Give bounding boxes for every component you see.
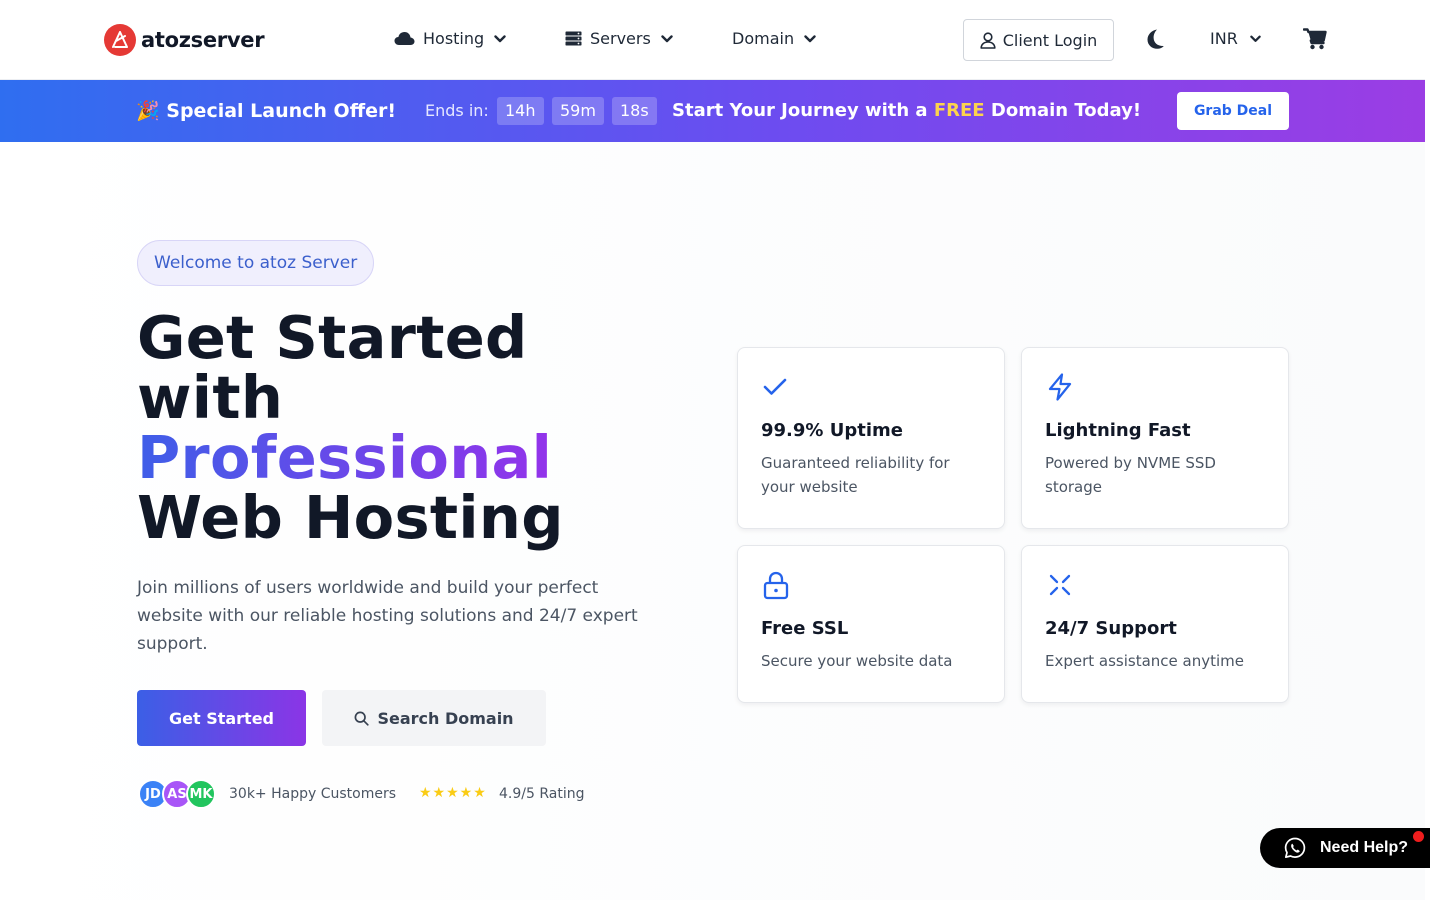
feature-card-ssl: Free SSL Secure your website data [737,545,1005,703]
logo-text: atozserver [141,28,265,52]
promo-message-end: Domain Today! [990,100,1142,121]
timer-seconds: 18s [612,97,657,125]
nav-item-label: Hosting [423,29,485,48]
promo-message-highlight: FREE [933,100,985,121]
need-help-label: Need Help? [1320,839,1409,856]
timer-hours: 14h [497,97,544,125]
hero-section: Welcome to atoz Server Get Started with … [0,142,1425,900]
promo-title: 🎉 Special Launch Offer! [136,100,397,122]
feature-desc: Powered by NVME SSD storage [1045,454,1216,496]
welcome-badge: Welcome to atoz Server [137,240,375,286]
search-domain-button[interactable]: Search Domain [322,690,546,746]
search-domain-label: Search Domain [377,708,514,728]
feature-title: 24/7 Support [1045,618,1177,639]
promo-ends-label: Ends in: [425,101,489,120]
nav-item-hosting[interactable]: Hosting [394,29,506,48]
cloud-icon [394,32,415,45]
server-icon [565,31,582,46]
promo-message: Start Your Journey with a FREE Domain To… [672,100,1141,121]
timer-minutes: 59m [552,97,604,125]
hero-subtitle: Join millions of users worldwide and bui… [137,578,638,654]
headline-line-1: Get Started [137,303,528,372]
customer-avatars: JD AS MK [138,779,216,809]
search-icon [354,711,370,726]
chevron-down-icon [1250,35,1261,42]
feature-title: 99.9% Uptime [761,420,903,441]
currency-value: INR [1210,29,1238,48]
client-login-button[interactable]: Client Login [963,19,1114,61]
feature-desc: Expert assistance anytime [1045,652,1245,670]
lock-icon [763,571,789,600]
cart-icon[interactable] [1303,28,1327,50]
nav-item-label: Domain [732,29,795,48]
rating-stars: ★★★★★ [419,785,487,801]
check-icon [763,378,787,395]
feature-desc: Guaranteed reliability for your website [761,454,950,496]
grab-deal-button[interactable]: Grab Deal [1177,92,1289,130]
hero-headline: Get Started with Professional Web Hostin… [137,308,564,548]
feature-title: Free SSL [761,618,849,639]
top-navbar: atozserver Hosting Servers Domain Client… [0,0,1425,80]
nav-item-domain[interactable]: Domain [732,29,816,48]
headline-line-2: with [137,363,284,432]
chevron-down-icon [661,34,673,42]
get-started-button[interactable]: Get Started [137,690,306,746]
arrows-icon [1049,574,1071,596]
need-help-button[interactable]: Need Help? [1260,828,1430,868]
user-icon [980,31,996,49]
feature-title: Lightning Fast [1045,420,1191,441]
headline-gradient-word: Professional [137,423,553,492]
happy-customers-text: 30k+ Happy Customers [229,786,397,802]
feature-card-uptime: 99.9% Uptime Guaranteed reliability for … [737,347,1005,529]
nav-item-servers[interactable]: Servers [565,29,673,48]
currency-select[interactable]: INR [1210,29,1261,48]
chevron-down-icon [804,34,816,42]
moon-icon[interactable] [1143,28,1165,50]
logo-mark-icon [104,24,136,56]
feature-card-support: 24/7 Support Expert assistance anytime [1021,545,1289,703]
nav-item-label: Servers [590,29,651,48]
avatar: MK [186,779,216,809]
notification-dot [1413,831,1424,842]
promo-banner: 🎉 Special Launch Offer! Ends in: 14h 59m… [0,80,1425,142]
whatsapp-icon [1284,837,1306,859]
feature-card-speed: Lightning Fast Powered by NVME SSD stora… [1021,347,1289,529]
headline-line-4: Web Hosting [137,483,564,552]
bolt-icon [1048,373,1072,401]
brand-logo[interactable]: atozserver [104,24,265,56]
promo-message-start: Start Your Journey with a [672,100,928,121]
feature-desc: Secure your website data [761,652,953,670]
chevron-down-icon [494,34,506,42]
client-login-label: Client Login [1002,30,1098,50]
rating-text: 4.9/5 Rating [499,786,585,802]
